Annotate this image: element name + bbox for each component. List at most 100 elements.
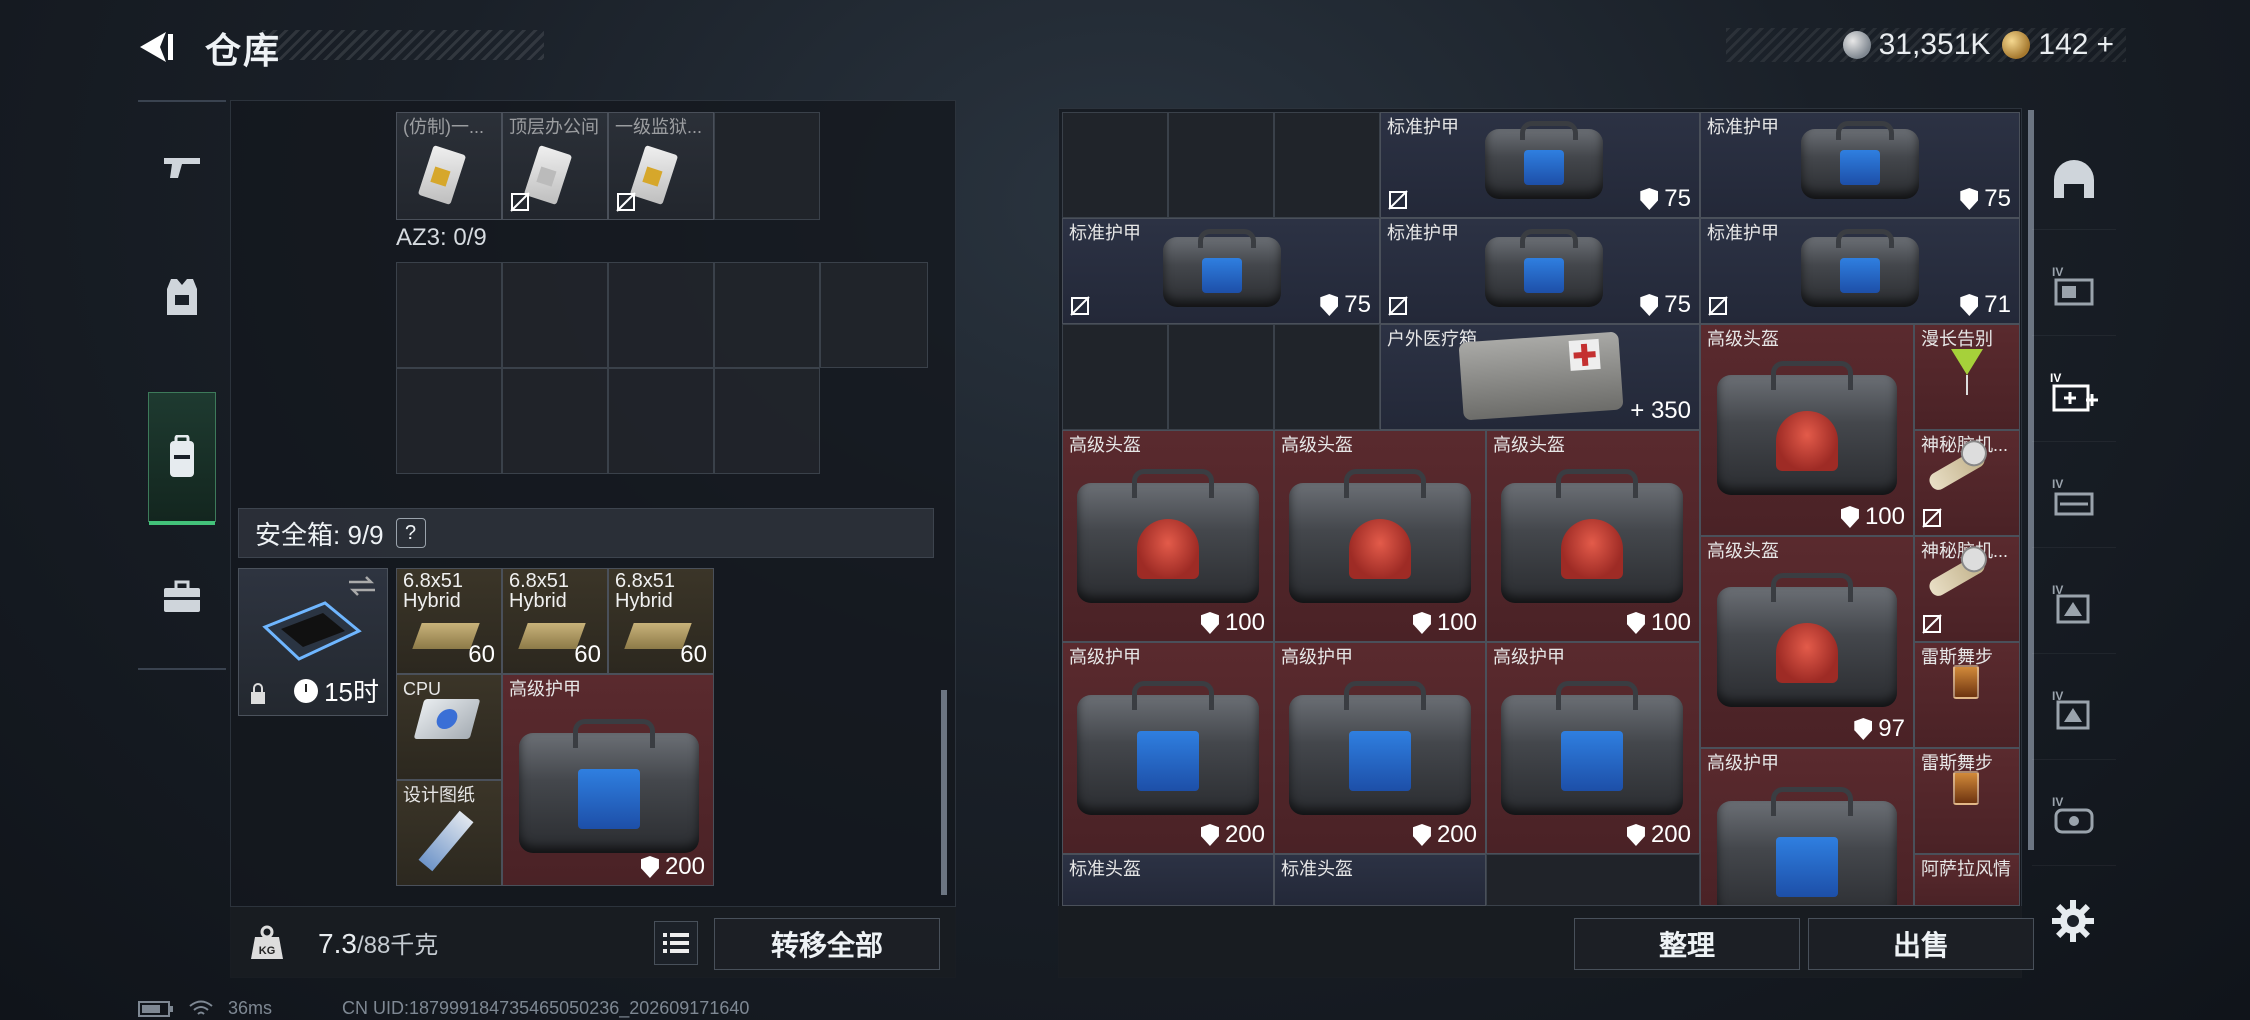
ammo-item[interactable]: 6.8x51 Hybrid 60 [502, 568, 608, 674]
cpu-item[interactable]: CPU [396, 674, 502, 780]
title-decoration [262, 30, 544, 60]
empty-slot[interactable] [1062, 324, 1168, 430]
shield-icon [640, 856, 659, 878]
container-item[interactable]: (仿制)一... [396, 112, 502, 220]
drink-item[interactable]: 雷斯舞步 [1914, 748, 2020, 854]
item-label: 阿萨拉风情 [1921, 859, 2011, 879]
nav-container-4[interactable]: IV [2032, 660, 2116, 760]
nav-add-container[interactable]: IV [2032, 342, 2116, 442]
empty-slot[interactable] [1062, 112, 1168, 218]
armor-item[interactable]: 标准护甲 75 [1380, 112, 1700, 218]
empty-slot[interactable] [1274, 112, 1380, 218]
brain-chip-item[interactable]: 神秘脑机... [1914, 536, 2020, 642]
weight-icon: KG [251, 925, 283, 959]
durability: 100 [1412, 609, 1477, 637]
medkit-item[interactable]: 户外医疗箱 + 350 [1380, 324, 1700, 430]
helmet-item[interactable]: 高级头盔 100 [1486, 430, 1700, 642]
empty-slot[interactable] [714, 368, 820, 474]
swap-icon[interactable] [347, 575, 377, 597]
nav-briefcase[interactable] [138, 532, 226, 662]
helmet-item[interactable]: 高级头盔 100 [1700, 324, 1914, 536]
gold-coin-icon [2002, 31, 2031, 59]
empty-slot[interactable] [396, 262, 502, 368]
wifi-icon [189, 1000, 213, 1015]
gold-currency[interactable]: 142 + [2002, 28, 2114, 62]
nav-helmet[interactable] [2032, 130, 2116, 230]
durability: 71 [1960, 291, 2011, 319]
durability: 100 [1840, 503, 1905, 531]
armor-bag-icon [1077, 680, 1259, 815]
armor-item[interactable]: 高级护甲 [1700, 748, 1914, 906]
armor-item[interactable]: 标准护甲 75 [1380, 218, 1700, 324]
empty-slot[interactable] [714, 112, 820, 220]
ammo-item[interactable]: 6.8x51 Hybrid 60 [396, 568, 502, 674]
empty-slot[interactable] [820, 262, 928, 368]
drink-item[interactable]: 漫长告别 [1914, 324, 2020, 430]
item-label: 高级护甲 [1069, 647, 1141, 667]
blueprint-icon [418, 810, 474, 872]
item-label: 标准头盔 [1069, 859, 1141, 879]
drink-item[interactable]: 阿萨拉风情 [1914, 854, 2020, 906]
nav-container-3[interactable]: IV [2032, 554, 2116, 654]
no-sell-icon [1708, 296, 1728, 316]
container-item[interactable]: 顶层办公间 [502, 112, 608, 220]
right-container-nav: IV IV IV IV IV IV [2032, 130, 2116, 870]
blueprint-item[interactable]: 设计图纸 [396, 780, 502, 886]
empty-slot[interactable] [714, 262, 820, 368]
helmet-item[interactable]: 标准头盔 [1274, 854, 1486, 906]
back-button[interactable] [130, 22, 180, 72]
empty-slot[interactable] [608, 368, 714, 474]
armor-item[interactable]: 标准护甲 71 [1700, 218, 2020, 324]
item-label: 高级头盔 [1069, 435, 1141, 455]
armor-item[interactable]: 高级护甲 200 [502, 674, 714, 886]
durability: 200 [1412, 821, 1477, 849]
empty-slot[interactable] [502, 262, 608, 368]
empty-slot[interactable] [502, 368, 608, 474]
item-label: 顶层办公间 [509, 117, 599, 137]
sell-button[interactable]: 出售 [1808, 918, 2034, 970]
safe-box-slot[interactable]: 15时 [238, 568, 388, 716]
ammo-item[interactable]: 6.8x51 Hybrid 60 [608, 568, 714, 674]
container-item[interactable]: 一级监狱... [608, 112, 714, 220]
armor-item[interactable]: 高级护甲 200 [1486, 642, 1700, 854]
nav-backpack[interactable] [148, 392, 216, 525]
ping-value: 36ms [228, 998, 273, 1018]
help-button[interactable]: ? [395, 518, 426, 548]
left-scrollbar[interactable] [941, 690, 947, 895]
transfer-all-button[interactable]: 转移全部 [714, 918, 940, 970]
container-iv-5-icon: IV [2052, 795, 2094, 833]
nav-container-1[interactable]: IV [2032, 236, 2116, 336]
nav-container-5[interactable]: IV [2032, 766, 2116, 866]
item-label: 高级头盔 [1707, 329, 1779, 349]
helmet-item[interactable]: 标准头盔 [1062, 854, 1274, 906]
armor-item[interactable]: 高级护甲 200 [1274, 642, 1486, 854]
helmet-item[interactable]: 高级头盔 97 [1700, 536, 1914, 748]
armor-item[interactable]: 高级护甲 200 [1062, 642, 1274, 854]
empty-slot[interactable] [608, 262, 714, 368]
empty-slot[interactable] [1168, 112, 1274, 218]
armor-item[interactable]: 标准护甲 75 [1062, 218, 1380, 324]
nav-container-2[interactable]: IV [2032, 448, 2116, 548]
sort-button[interactable]: 整理 [1574, 918, 1800, 970]
add-currency-button[interactable]: + [2096, 28, 2114, 62]
empty-slot[interactable] [1168, 324, 1274, 430]
armor-item[interactable]: 标准护甲 75 [1700, 112, 2020, 218]
empty-slot[interactable] [1274, 324, 1380, 430]
nav-armor[interactable] [138, 232, 226, 362]
durability: 75 [1960, 185, 2011, 213]
list-view-button[interactable] [654, 921, 698, 965]
empty-slot[interactable] [1486, 854, 1700, 906]
durability: 200 [1626, 821, 1691, 849]
helmet-item[interactable]: 高级头盔 100 [1062, 430, 1274, 642]
container-iv-1-icon: IV [2052, 265, 2094, 305]
drink-item[interactable]: 雷斯舞步 [1914, 642, 2020, 748]
settings-gear-icon[interactable] [2050, 898, 2096, 944]
no-sell-icon [510, 192, 530, 212]
container-iv-add-icon: IV [2050, 371, 2098, 411]
helmet-item[interactable]: 高级头盔 100 [1274, 430, 1486, 642]
empty-slot[interactable] [396, 368, 502, 474]
keycard-icon [417, 145, 467, 205]
brain-chip-item[interactable]: 神秘脑机... [1914, 430, 2020, 536]
backpack-icon [170, 435, 194, 477]
nav-weapons[interactable] [138, 102, 226, 232]
